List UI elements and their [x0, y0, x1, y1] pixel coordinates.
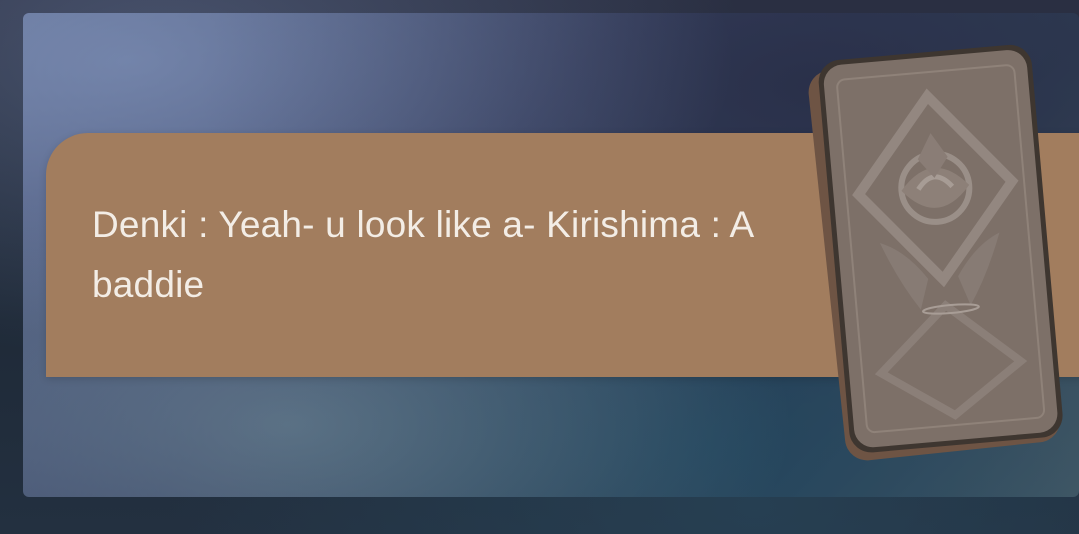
- message-text: Denki : Yeah- u look like a- Kirishima :…: [92, 204, 753, 305]
- tarot-card-icon[interactable]: [806, 38, 1068, 468]
